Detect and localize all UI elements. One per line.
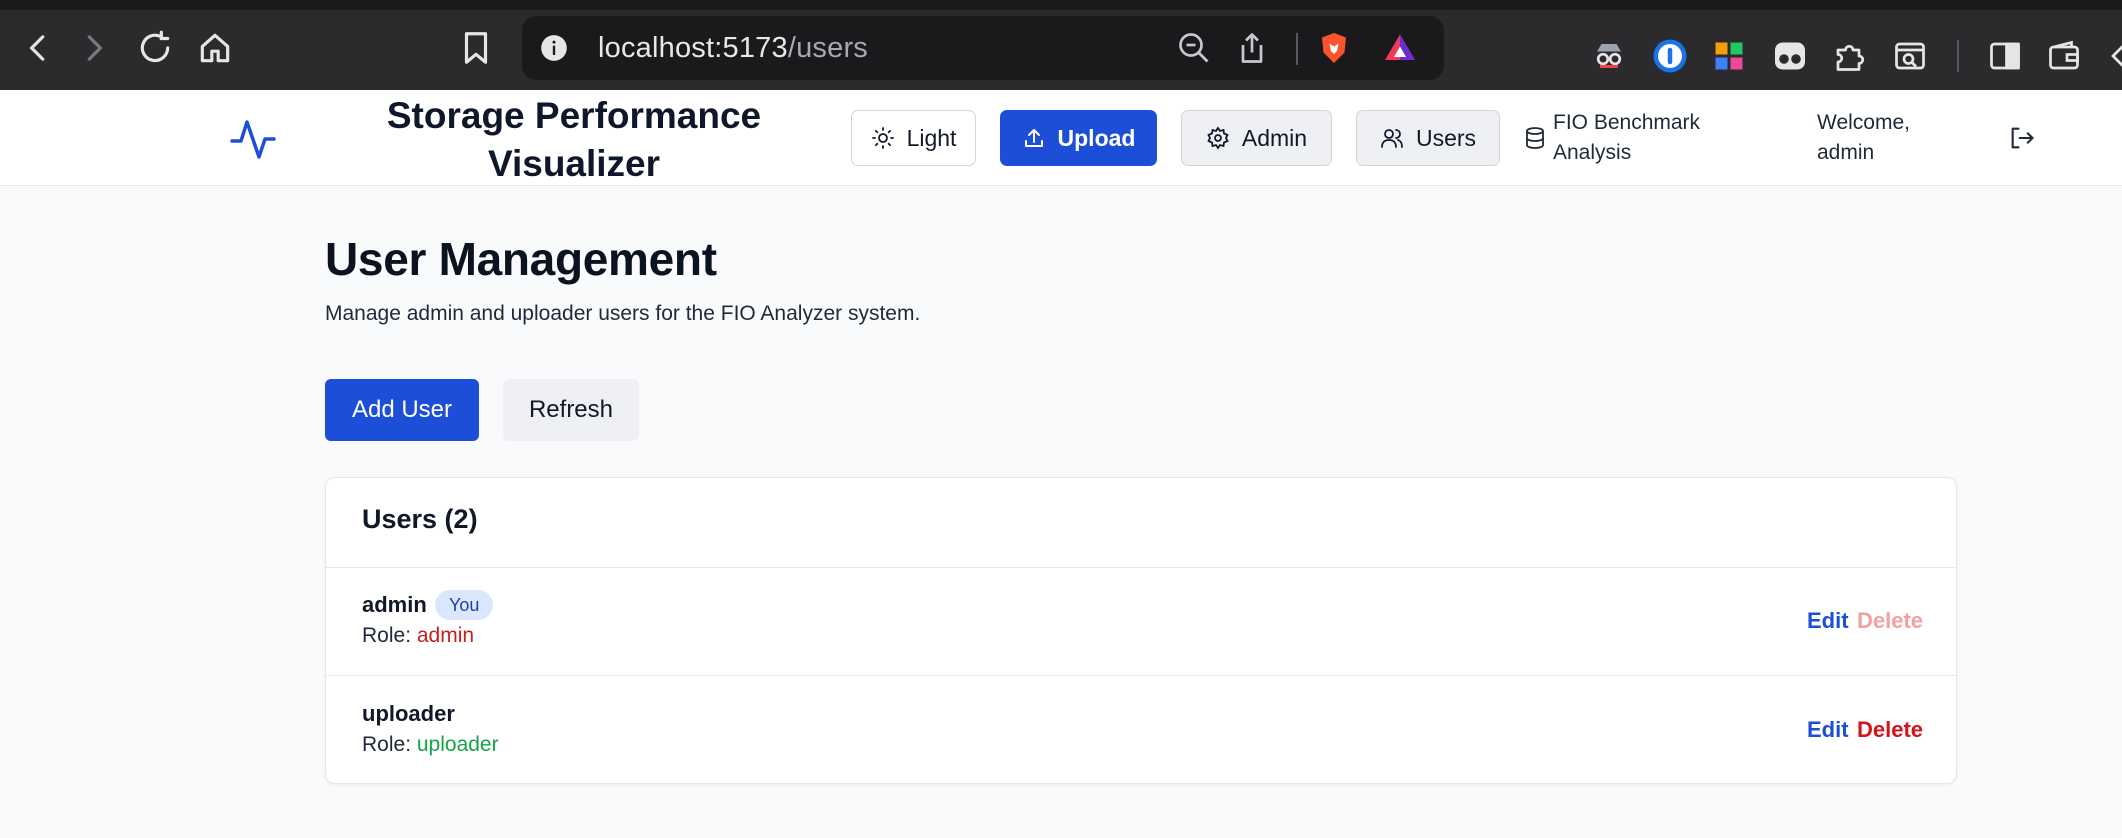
- users-card-title: Users (2): [362, 504, 478, 534]
- share-icon[interactable]: [1234, 30, 1270, 66]
- site-info-icon[interactable]: [540, 34, 568, 62]
- user-row: admin You Role: admin Edit Delete: [326, 568, 1956, 676]
- reload-icon[interactable]: [127, 20, 183, 76]
- admin-label: Admin: [1241, 124, 1308, 151]
- leo-ai-icon[interactable]: [2104, 38, 2122, 74]
- user-name: admin: [362, 592, 427, 617]
- zoom-out-icon[interactable]: [1176, 30, 1212, 66]
- brave-rewards-icon[interactable]: [1382, 30, 1418, 66]
- brave-shields-icon[interactable]: [1316, 30, 1352, 66]
- app-title: Storage Performance Visualizer: [386, 95, 762, 184]
- sun-icon: [871, 127, 894, 149]
- current-user-badge: You: [435, 590, 494, 620]
- logout-icon[interactable]: [2008, 124, 2036, 152]
- color-grid-extension-icon[interactable]: [1711, 38, 1747, 74]
- url-text[interactable]: localhost:5173/users: [598, 32, 868, 65]
- theme-toggle-label: Light: [906, 124, 957, 151]
- delete-user-button[interactable]: Delete: [1857, 717, 1923, 743]
- home-icon[interactable]: [187, 20, 243, 76]
- app-subtitle: FIO Benchmark Analysis: [1553, 111, 1701, 164]
- user-role: Role: uploader: [362, 733, 499, 757]
- users-card-header: Users (2): [326, 478, 1956, 568]
- database-icon: [1526, 127, 1544, 149]
- theme-toggle-button[interactable]: Light: [851, 110, 976, 166]
- delete-user-button[interactable]: Delete: [1857, 608, 1923, 634]
- spy-extension-icon[interactable]: [1591, 38, 1627, 74]
- users-label: Users: [1415, 124, 1477, 151]
- upload-label: Upload: [1057, 124, 1136, 151]
- add-user-button[interactable]: Add User: [325, 379, 479, 441]
- url-separator: [1296, 33, 1298, 65]
- sidebar-toggle-icon[interactable]: [1987, 38, 2023, 74]
- user-row: uploader Role: uploader Edit Delete: [326, 677, 1956, 785]
- users-icon: [1381, 129, 1403, 148]
- back-icon[interactable]: [10, 20, 66, 76]
- refresh-button[interactable]: Refresh: [503, 379, 639, 441]
- wallet-icon[interactable]: [2046, 38, 2082, 74]
- goggles-extension-icon[interactable]: [1772, 38, 1808, 74]
- forward-icon[interactable]: [66, 20, 122, 76]
- browser-toolbar: localhost:5173/users: [0, 0, 2122, 90]
- role-prefix: Role:: [362, 624, 412, 647]
- page-subtitle: Manage admin and uploader users for the …: [325, 302, 921, 325]
- admin-button[interactable]: Admin: [1181, 110, 1332, 166]
- users-card: Users (2) admin You Role: admin Edit Del…: [325, 477, 1957, 784]
- user-name: uploader: [362, 701, 455, 726]
- role-value: admin: [416, 624, 475, 647]
- url-path: /users: [787, 32, 868, 64]
- upload-icon: [1024, 129, 1043, 147]
- role-prefix: Role:: [362, 733, 412, 756]
- users-button[interactable]: Users: [1356, 110, 1500, 166]
- toolbar-separator: [1957, 40, 1959, 72]
- edit-user-button[interactable]: Edit: [1807, 608, 1849, 634]
- welcome-text: Welcome, admin: [1817, 111, 1910, 164]
- reader-search-icon[interactable]: [1892, 38, 1928, 74]
- activity-logo-icon[interactable]: [228, 114, 278, 164]
- app-header: Storage Performance Visualizer Light Upl…: [0, 90, 2122, 186]
- upload-button[interactable]: Upload: [1000, 110, 1157, 166]
- extensions-puzzle-icon[interactable]: [1832, 38, 1868, 74]
- page-title: User Management: [325, 233, 717, 285]
- url-host: localhost:5173: [598, 32, 788, 64]
- gear-icon: [1207, 126, 1229, 150]
- edit-user-button[interactable]: Edit: [1807, 717, 1849, 743]
- bookmark-icon[interactable]: [448, 20, 504, 76]
- user-role: Role: admin: [362, 624, 474, 648]
- address-bar[interactable]: localhost:5173/users: [522, 16, 1444, 80]
- role-value: uploader: [416, 733, 499, 756]
- password-manager-icon[interactable]: [1652, 38, 1688, 74]
